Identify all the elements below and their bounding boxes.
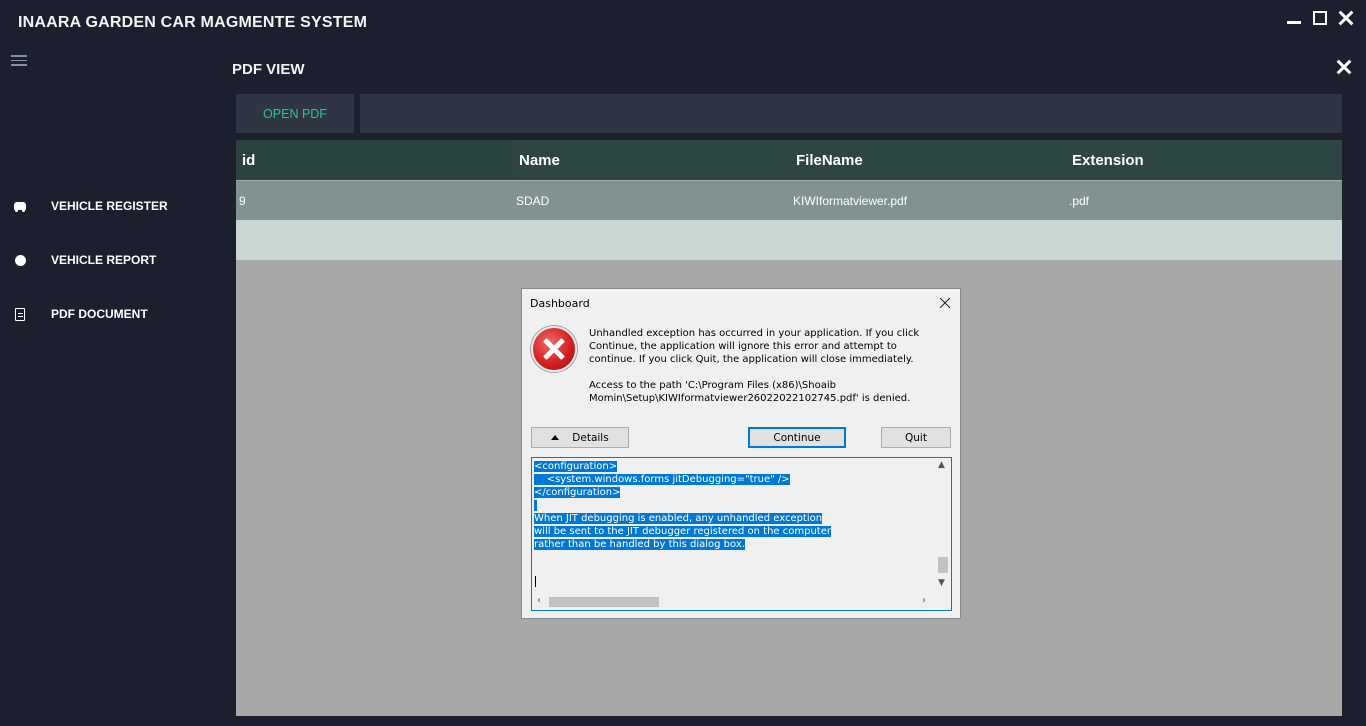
sidebar-item-label: PDF DOCUMENT	[51, 307, 148, 321]
details-line: When JIT debugging is enabled, any unhan…	[534, 513, 823, 524]
cell-filename[interactable]: KIWIformatviewer.pdf	[790, 181, 1066, 220]
sidebar-item-vehicle-register[interactable]: VEHICLE REGISTER	[0, 191, 220, 221]
continue-button[interactable]: Continue	[748, 427, 846, 448]
details-line: <configuration>	[534, 461, 618, 472]
scroll-down-icon[interactable]: ▼	[938, 578, 945, 588]
details-text: <configuration> <system.windows.forms ji…	[534, 460, 831, 551]
dialog-detail-message: Access to the path 'C:\Program Files (x8…	[589, 380, 911, 404]
column-header-extension[interactable]: Extension	[1066, 140, 1342, 180]
page-title: PDF VIEW	[232, 61, 305, 78]
close-window-button[interactable]	[1338, 10, 1354, 26]
chevron-up-icon	[551, 435, 560, 440]
scroll-up-icon[interactable]: ▲	[938, 460, 945, 470]
horizontal-scroll-thumb[interactable]	[549, 597, 659, 607]
details-textbox[interactable]: <configuration> <system.windows.forms ji…	[531, 457, 952, 611]
error-icon	[531, 326, 577, 372]
details-line: <system.windows.forms jitDebugging="true…	[534, 474, 790, 485]
column-header-id[interactable]: id	[236, 140, 513, 180]
details-line: rather than be handled by this dialog bo…	[534, 539, 745, 550]
details-label: Details	[572, 431, 609, 444]
quit-button[interactable]: Quit	[881, 427, 951, 448]
dialog-message: Unhandled exception has occurred in your…	[589, 328, 920, 365]
minimize-button[interactable]	[1286, 10, 1302, 26]
vertical-scroll-thumb[interactable]	[938, 557, 948, 573]
app-title: INAARA GARDEN CAR MAGMENTE SYSTEM	[18, 14, 368, 31]
close-panel-button[interactable]	[1336, 59, 1352, 75]
circle-icon	[13, 253, 27, 267]
dialog-title: Dashboard	[530, 297, 590, 310]
maximize-button[interactable]	[1312, 10, 1328, 26]
vertical-scrollbar[interactable]: ▲ ▼	[934, 458, 951, 594]
sidebar-item-pdf-document[interactable]: PDF DOCUMENT	[0, 299, 220, 329]
sidebar-item-label: VEHICLE REGISTER	[51, 199, 168, 213]
grid-header: id Name FileName Extension	[236, 140, 1342, 180]
window-controls	[1286, 10, 1354, 26]
scroll-left-icon[interactable]: ‹	[537, 595, 541, 606]
column-header-name[interactable]: Name	[513, 140, 790, 180]
open-pdf-button[interactable]: OPEN PDF	[236, 94, 354, 133]
table-row[interactable]: 9 SDAD KIWIformatviewer.pdf .pdf	[236, 181, 1342, 220]
document-icon	[13, 307, 27, 321]
new-row[interactable]	[236, 220, 1342, 260]
cell-id[interactable]: 9	[236, 181, 513, 220]
scroll-right-icon[interactable]: ›	[922, 595, 926, 606]
column-header-filename[interactable]: FileName	[790, 140, 1066, 180]
horizontal-scrollbar[interactable]: ‹ ›	[532, 593, 936, 610]
dialog-close-icon[interactable]	[938, 296, 952, 310]
cell-extension[interactable]: .pdf	[1066, 181, 1342, 220]
details-line: will be sent to the JIT debugger registe…	[534, 526, 831, 537]
text-caret	[535, 576, 536, 587]
menu-icon[interactable]	[11, 55, 27, 67]
details-button[interactable]: Details	[531, 427, 629, 448]
sidebar-item-vehicle-report[interactable]: VEHICLE REPORT	[0, 245, 220, 275]
error-dialog: Dashboard Unhandled exception has occurr…	[521, 288, 961, 619]
car-icon	[13, 199, 27, 213]
sidebar-item-label: VEHICLE REPORT	[51, 253, 157, 267]
details-line: </configuration>	[534, 487, 621, 498]
cell-name[interactable]: SDAD	[513, 181, 790, 220]
file-path-field[interactable]	[360, 94, 1342, 133]
